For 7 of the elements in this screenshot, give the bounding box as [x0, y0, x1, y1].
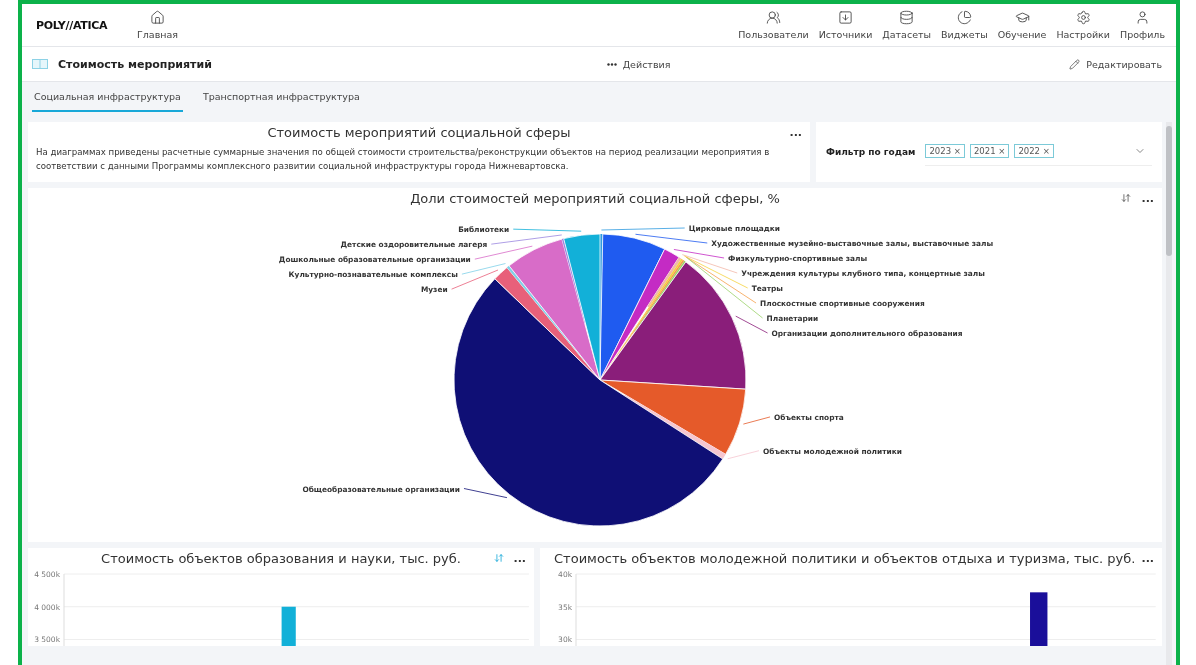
card-title: Стоимость мероприятий социальной сферы: [267, 125, 571, 140]
description-text: На диаграммах приведены расчетные суммарные значения по общей стоимости строительства/реконструкции объектов на период реализации мероприятия в соответствии с данными Программы комплексного развитии социальной инфраструктуры города Нижневартовска.: [36, 146, 771, 173]
filter-label: Фильтр по годам: [826, 146, 916, 157]
chart-title: Стоимость объектов образования и науки, тыс. руб.: [101, 550, 461, 566]
chart-title: Доли стоимостей мероприятий социальной сферы, %: [410, 190, 780, 206]
chart-title: Стоимость объектов молодежной политики и объектов отдыха и туризма, тыс. руб.: [554, 550, 1136, 566]
dashboard-title: Стоимость мероприятий: [58, 57, 212, 71]
